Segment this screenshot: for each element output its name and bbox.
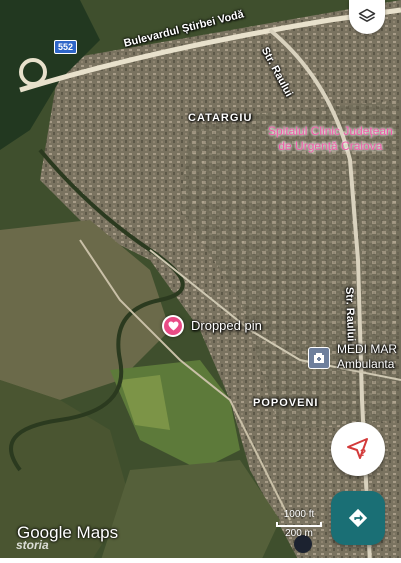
medical-building-icon[interactable] (308, 347, 330, 369)
scale-feet: 1000 ft (283, 509, 315, 520)
layers-icon (358, 8, 376, 22)
my-location-button[interactable]: ? (331, 422, 385, 476)
medical-poi-name: MEDI MAR (337, 342, 397, 356)
medical-poi-label[interactable]: MEDI MAR Ambulanta (337, 342, 397, 372)
satellite-map[interactable] (0, 0, 401, 563)
scale-meters: 200 m (285, 528, 313, 539)
scale-bar (276, 522, 322, 527)
bottom-edge (0, 558, 401, 563)
dropped-pin-label[interactable]: Dropped pin (191, 318, 262, 333)
storia-watermark: storia (16, 538, 49, 552)
hospital-label-line-1: Spitalul Clinic Județean (268, 124, 393, 138)
dropped-pin-marker[interactable] (162, 315, 184, 337)
directions-icon (348, 508, 368, 528)
map-scale: 1000 ft 200 m (276, 509, 322, 540)
route-552-shield: 552 (54, 40, 78, 54)
hospital-label-line-2: de Urgență Craiova (278, 139, 383, 153)
heart-pin-icon (164, 317, 182, 335)
area-label-popoveni: POPOVENI (253, 397, 319, 409)
hospital-label[interactable]: Spitalul Clinic Județean de Urgență Crai… (268, 124, 393, 154)
svg-text:?: ? (360, 448, 366, 459)
road-label-raului-south: Str. Raului (343, 286, 357, 342)
directions-button[interactable] (331, 491, 385, 545)
location-unknown-icon: ? (347, 438, 368, 459)
area-label-catargiu: CATARGIU (188, 112, 253, 124)
medical-poi-type: Ambulanta (337, 357, 395, 371)
